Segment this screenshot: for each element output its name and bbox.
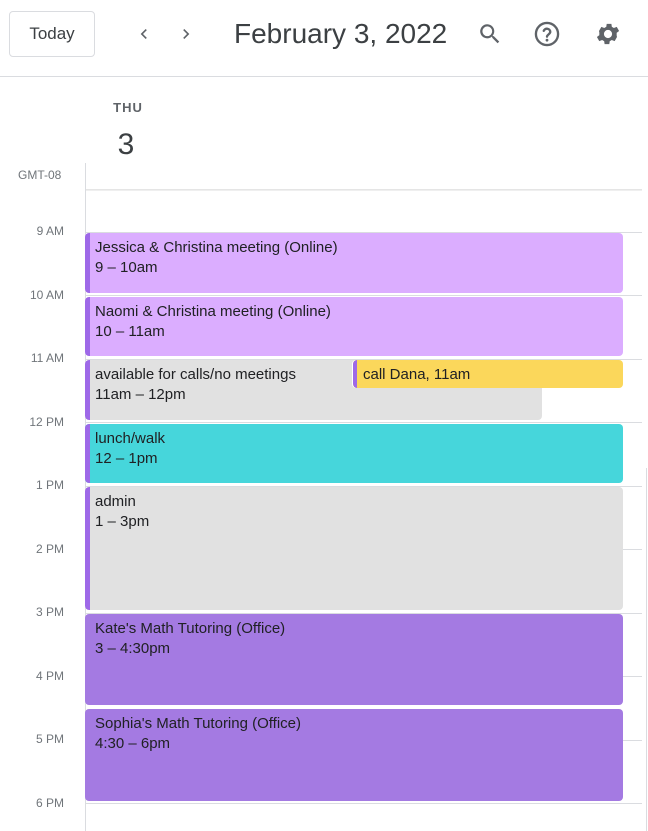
event-color-stripe [85, 360, 90, 420]
event-time: 3 – 4:30pm [95, 640, 171, 657]
event-sophia-math-tutoring[interactable]: Sophia's Math Tutoring (Office) 4:30 – 6… [85, 709, 623, 801]
hour-label: 9 AM [36, 224, 64, 238]
hour-label: 10 AM [29, 288, 64, 302]
event-title: Kate's Math Tutoring (Office) [95, 620, 286, 637]
search-icon [480, 24, 500, 44]
event-time: 10 – 11am [95, 323, 165, 340]
timezone-label: GMT-08 [18, 168, 62, 182]
event-title: Naomi & Christina meeting (Online) [95, 303, 331, 320]
day-number[interactable]: 3 [106, 128, 146, 162]
event-time: 9 – 10am [95, 259, 158, 276]
chevron-right-icon [183, 29, 190, 39]
all-day-divider [86, 189, 642, 191]
event-title: admin [95, 493, 136, 510]
event-kate-math-tutoring[interactable]: Kate's Math Tutoring (Office) 3 – 4:30pm [85, 614, 623, 705]
right-border [646, 468, 647, 831]
previous-day-button[interactable] [126, 16, 162, 52]
event-time: 12 – 1pm [95, 450, 158, 467]
hour-line [86, 422, 642, 423]
help-button[interactable] [527, 14, 567, 54]
event-time: 11am – 12pm [95, 386, 186, 403]
event-color-stripe [85, 424, 90, 483]
today-button[interactable]: Today [9, 11, 95, 57]
hour-label: 1 PM [35, 478, 64, 492]
help-icon [534, 21, 560, 47]
hour-label: 11 AM [30, 351, 64, 365]
event-time: , 11am [425, 366, 471, 383]
event-title: call Dana [363, 366, 426, 383]
hour-line [86, 295, 642, 296]
hour-label: 5 PM [35, 732, 64, 746]
current-date-title: February 3, 2022 [234, 18, 448, 49]
gear-icon [596, 23, 620, 45]
hour-label: 6 PM [35, 796, 64, 810]
hour-label: 2 PM [35, 542, 64, 556]
event-admin[interactable]: admin 1 – 3pm [85, 487, 623, 610]
day-of-week: THU [113, 100, 143, 115]
event-color-stripe [85, 487, 90, 610]
event-title: Jessica & Christina meeting (Online) [95, 239, 338, 256]
settings-button[interactable] [588, 14, 628, 54]
event-color-stripe [353, 360, 357, 388]
hour-label: 4 PM [35, 669, 64, 683]
event-color-stripe [85, 297, 90, 356]
hour-line [86, 803, 642, 804]
event-lunch-walk[interactable]: lunch/walk 12 – 1pm [85, 424, 623, 483]
event-title: Sophia's Math Tutoring (Office) [95, 715, 302, 732]
event-time: 4:30 – 6pm [95, 735, 171, 752]
event-naomi-christina-meeting[interactable]: Naomi & Christina meeting (Online) 10 – … [85, 297, 623, 356]
hour-label: 12 PM [29, 415, 64, 429]
chevron-left-icon [140, 29, 147, 39]
event-jessica-christina-meeting[interactable]: Jessica & Christina meeting (Online) 9 –… [85, 233, 623, 293]
event-color-stripe [85, 233, 90, 293]
event-title: lunch/walk [95, 430, 166, 447]
search-button[interactable] [470, 14, 510, 54]
event-time: 1 – 3pm [95, 513, 150, 530]
calendar-header: Today February 3, 2022 [0, 0, 648, 77]
next-day-button[interactable] [168, 16, 204, 52]
hour-label: 3 PM [35, 605, 64, 619]
event-call-dana[interactable]: call Dana, 11am [353, 360, 623, 388]
